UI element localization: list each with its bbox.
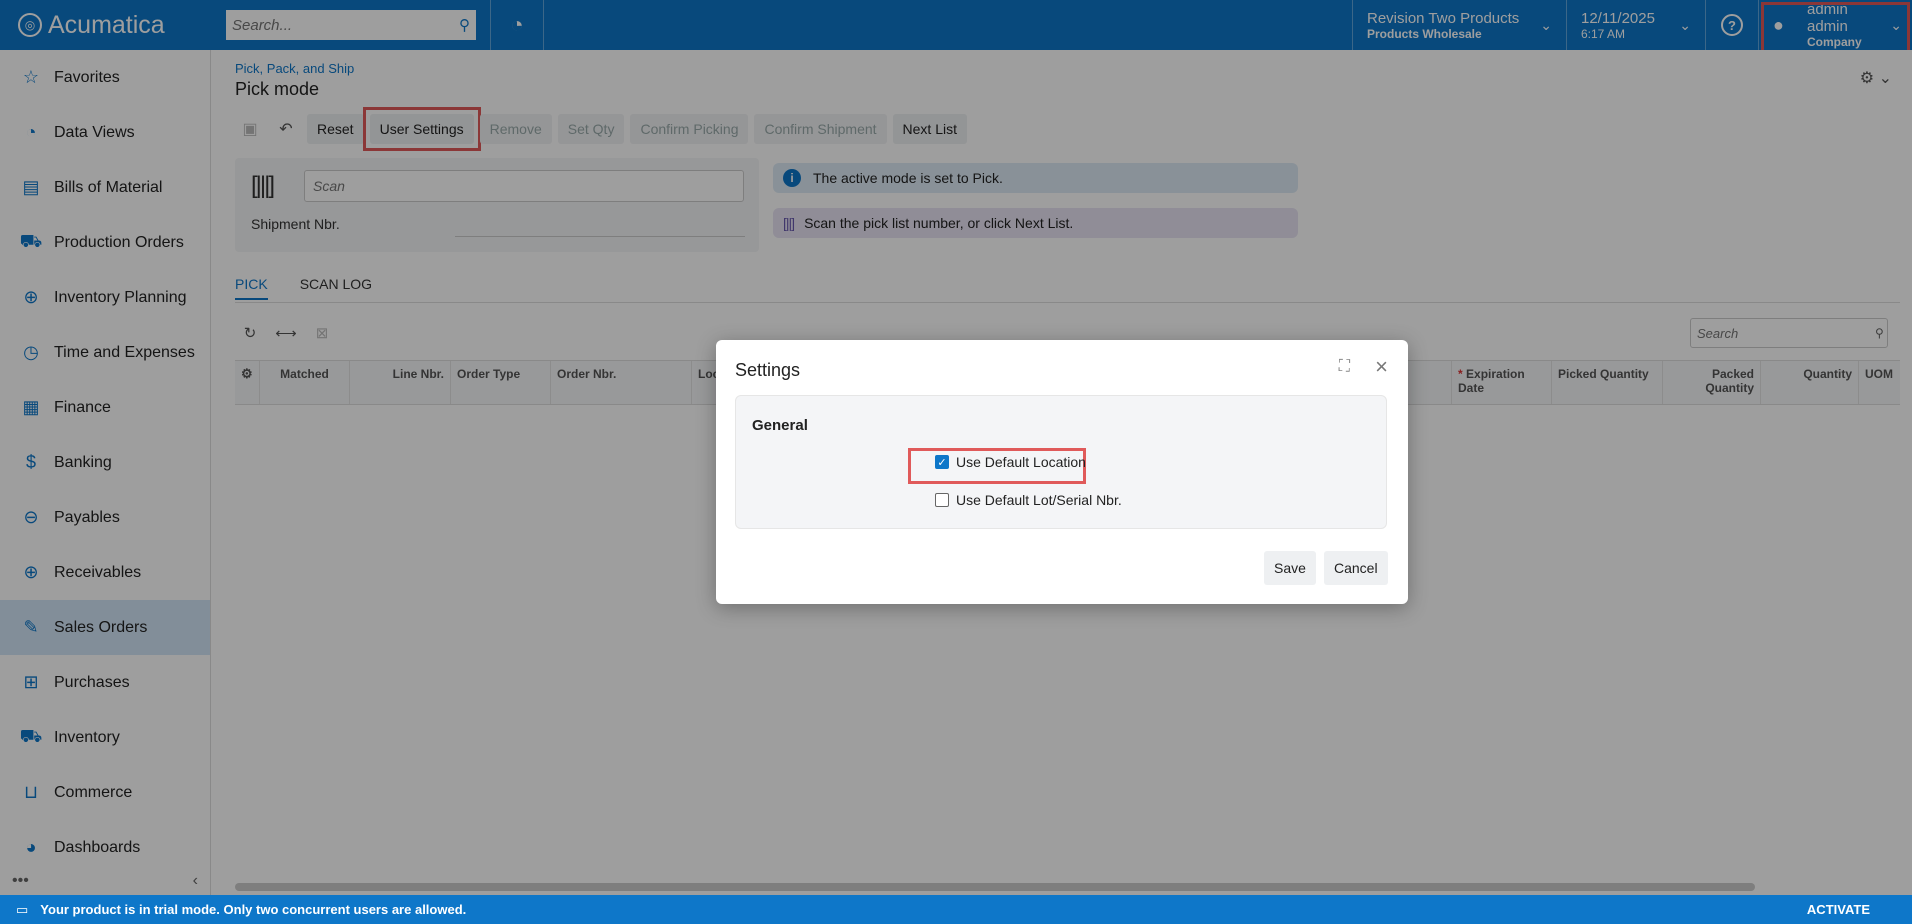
maximize-icon[interactable]: ⛶ (1339, 358, 1350, 376)
close-icon[interactable]: × (1375, 354, 1388, 380)
cancel-button[interactable]: Cancel (1324, 551, 1388, 585)
use-default-lot-serial-label: Use Default Lot/Serial Nbr. (956, 492, 1122, 508)
use-default-lot-serial-checkbox[interactable] (935, 493, 949, 507)
settings-dialog: Settings ⛶ × General ✓ Use Default Locat… (716, 340, 1408, 604)
trial-footer: ▭ Your product is in trial mode. Only tw… (0, 895, 1912, 924)
message-icon: ▭ (16, 901, 29, 917)
section-title: General (752, 417, 808, 434)
save-button[interactable]: Save (1264, 551, 1316, 585)
activate-link[interactable]: ACTIVATE (1807, 902, 1870, 917)
use-default-location-label: Use Default Location (956, 454, 1086, 470)
trial-message: Your product is in trial mode. Only two … (40, 902, 467, 917)
dialog-title: Settings (735, 360, 801, 380)
general-section: General ✓ Use Default Location Use Defau… (735, 395, 1387, 529)
use-default-location-checkbox[interactable]: ✓ (935, 455, 949, 469)
use-default-lot-serial-option[interactable]: Use Default Lot/Serial Nbr. (935, 492, 1122, 508)
use-default-location-option[interactable]: ✓ Use Default Location (935, 454, 1086, 470)
